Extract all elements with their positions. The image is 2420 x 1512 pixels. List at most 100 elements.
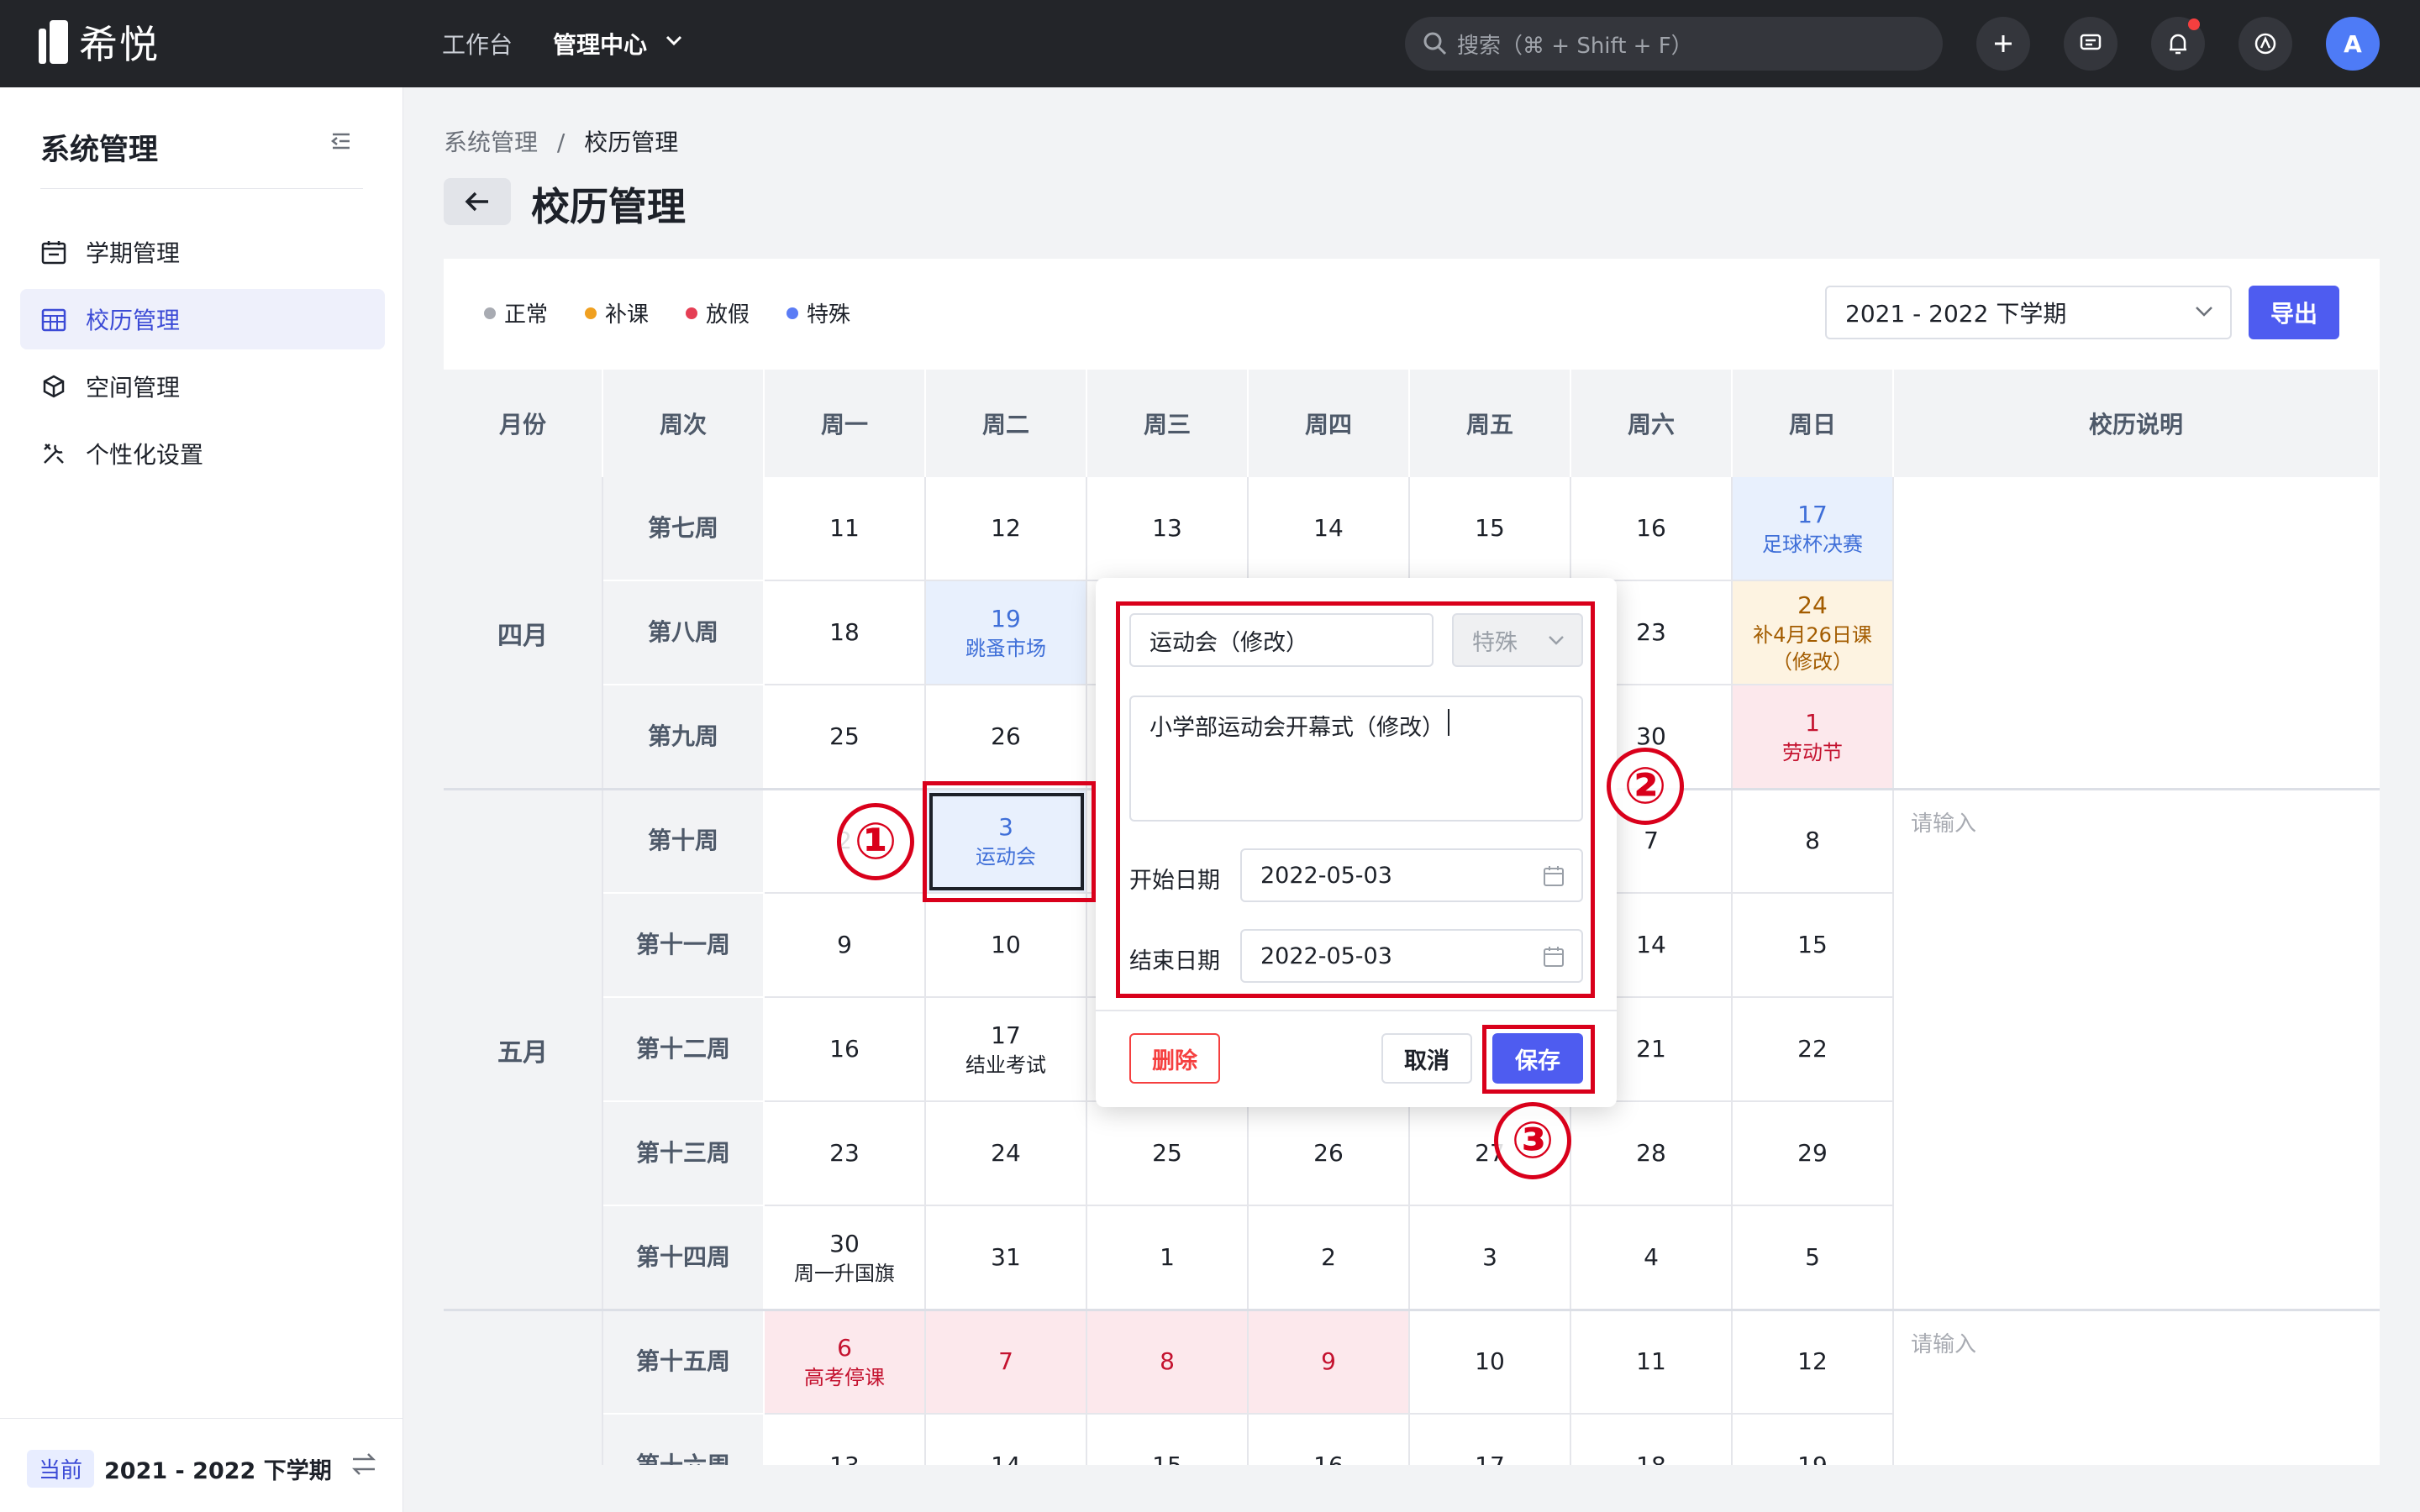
day-cell[interactable]: 24	[926, 1102, 1087, 1206]
logo[interactable]: 希悦	[39, 18, 160, 67]
day-cell[interactable]: 13	[765, 1415, 926, 1465]
day-cell[interactable]: 26	[1249, 1102, 1410, 1206]
legend-dot	[686, 307, 698, 319]
day-cell[interactable]: 28	[1571, 1102, 1733, 1206]
day-cell[interactable]: 17 足球杯决赛	[1733, 477, 1894, 581]
month-separator	[444, 1309, 2380, 1311]
day-number: 22	[1797, 1035, 1828, 1063]
chevron-down-icon	[2196, 307, 2212, 317]
day-cell[interactable]: 16	[1571, 477, 1733, 581]
day-cell[interactable]: 18	[765, 581, 926, 685]
day-cell[interactable]: 29	[1733, 1102, 1894, 1206]
remark-cell-june[interactable]: 请输入	[1894, 1310, 2380, 1465]
day-cell[interactable]: 3 运动会	[926, 790, 1087, 894]
search-input[interactable]: 搜索（⌘ + Shift + F）	[1405, 17, 1943, 71]
event-type-value: 特殊	[1472, 629, 1518, 656]
save-button[interactable]: 保存	[1492, 1033, 1583, 1084]
message-button[interactable]	[2064, 17, 2118, 71]
start-date-input[interactable]: 2022-05-03	[1240, 848, 1583, 902]
event-type-select[interactable]: 特殊	[1452, 613, 1583, 667]
day-cell[interactable]: 8	[1733, 790, 1894, 894]
day-cell[interactable]: 22	[1733, 998, 1894, 1102]
switch-icon[interactable]	[350, 1450, 378, 1478]
day-cell[interactable]: 14	[1249, 477, 1410, 581]
remark-cell-april[interactable]	[1894, 477, 2380, 790]
day-cell[interactable]: 15	[1410, 477, 1571, 581]
day-cell[interactable]: 10	[926, 894, 1087, 998]
sidebar-item-personalize[interactable]: 个性化设置	[20, 423, 385, 484]
day-cell[interactable]: 14	[926, 1415, 1087, 1465]
day-cell[interactable]: 7	[926, 1310, 1087, 1415]
back-button[interactable]	[444, 178, 511, 225]
day-cell[interactable]: 24 补4月26日课 （修改）	[1733, 581, 1894, 685]
day-cell[interactable]: 16	[1249, 1415, 1410, 1465]
chevron-down-icon[interactable]	[666, 35, 682, 47]
day-cell[interactable]: 15	[1733, 894, 1894, 998]
day-cell[interactable]: 19	[1733, 1415, 1894, 1465]
nav-workbench[interactable]: 工作台	[442, 27, 513, 60]
day-note: 跳蚤市场	[965, 636, 1046, 660]
nav-admin-center[interactable]: 管理中心	[553, 27, 647, 60]
day-note: 劳动节	[1782, 740, 1843, 764]
day-cell[interactable]: 31	[926, 1206, 1087, 1310]
legend-dot	[585, 307, 597, 319]
sidebar-item-label: 个性化设置	[86, 441, 204, 469]
day-cell[interactable]: 1	[1087, 1206, 1249, 1310]
collapse-icon[interactable]	[329, 129, 353, 153]
day-number: 5	[1805, 1243, 1820, 1272]
end-date-value: 2022-05-03	[1260, 942, 1392, 969]
sidebar-item-calendar[interactable]: 校历管理	[20, 289, 385, 349]
day-note: 结业考试	[965, 1053, 1046, 1077]
day-cell[interactable]: 11	[1571, 1310, 1733, 1415]
day-cell[interactable]: 3	[1410, 1206, 1571, 1310]
tools-icon	[44, 444, 64, 464]
day-number: 6	[837, 1333, 852, 1362]
day-cell[interactable]: 17	[1410, 1415, 1571, 1465]
day-cell[interactable]: 1 劳动节	[1733, 685, 1894, 790]
day-cell[interactable]: 18	[1571, 1415, 1733, 1465]
add-button[interactable]	[1976, 17, 2030, 71]
day-cell[interactable]: 4	[1571, 1206, 1733, 1310]
avatar[interactable]: A	[2326, 17, 2380, 71]
day-cell[interactable]: 15	[1087, 1415, 1249, 1465]
day-cell[interactable]: 16	[765, 998, 926, 1102]
notification-button[interactable]	[2151, 17, 2205, 71]
cancel-button[interactable]: 取消	[1381, 1033, 1472, 1084]
day-cell[interactable]: 9	[765, 894, 926, 998]
day-cell[interactable]: 19 跳蚤市场	[926, 581, 1087, 685]
day-cell[interactable]: 17 结业考试	[926, 998, 1087, 1102]
sidebar-item-label: 校历管理	[86, 307, 181, 334]
event-name-input[interactable]: 运动会（修改）	[1129, 613, 1434, 667]
breadcrumb-root[interactable]: 系统管理	[444, 129, 538, 156]
current-badge: 当前	[27, 1450, 95, 1488]
day-cell[interactable]: 6 高考停课	[765, 1310, 926, 1415]
day-cell[interactable]: 11	[765, 477, 926, 581]
day-cell[interactable]: 9	[1249, 1310, 1410, 1415]
month-cell: 四月	[444, 477, 603, 790]
term-select[interactable]: 2021 - 2022 下学期	[1825, 286, 2232, 339]
delete-button[interactable]: 删除	[1129, 1033, 1220, 1084]
sidebar-item-space[interactable]: 空间管理	[20, 356, 385, 417]
event-description-textarea[interactable]: 小学部运动会开幕式（修改）	[1129, 696, 1583, 822]
day-cell[interactable]: 12	[1733, 1310, 1894, 1415]
remark-cell-may[interactable]: 请输入	[1894, 790, 2380, 1310]
day-cell[interactable]: 30 周一升国旗	[765, 1206, 926, 1310]
day-cell[interactable]: 13	[1087, 477, 1249, 581]
day-cell[interactable]: 10	[1410, 1310, 1571, 1415]
export-button[interactable]: 导出	[2249, 286, 2339, 339]
help-button[interactable]	[2238, 17, 2292, 71]
sidebar-item-semester[interactable]: 学期管理	[20, 222, 385, 282]
annotation-marker-3: ③	[1494, 1102, 1571, 1179]
day-cell[interactable]: 8	[1087, 1310, 1249, 1415]
day-cell[interactable]: 12	[926, 477, 1087, 581]
day-cell[interactable]: 25	[765, 685, 926, 790]
day-cell[interactable]: 26	[926, 685, 1087, 790]
day-cell[interactable]: 5	[1733, 1206, 1894, 1310]
table-header-cell: 周二	[926, 370, 1087, 477]
day-number: 30	[829, 1229, 860, 1257]
day-cell[interactable]: 25	[1087, 1102, 1249, 1206]
day-cell[interactable]: 23	[765, 1102, 926, 1206]
end-date-input[interactable]: 2022-05-03	[1240, 929, 1583, 983]
table-header-cell: 周日	[1733, 370, 1894, 477]
day-cell[interactable]: 2	[1249, 1206, 1410, 1310]
